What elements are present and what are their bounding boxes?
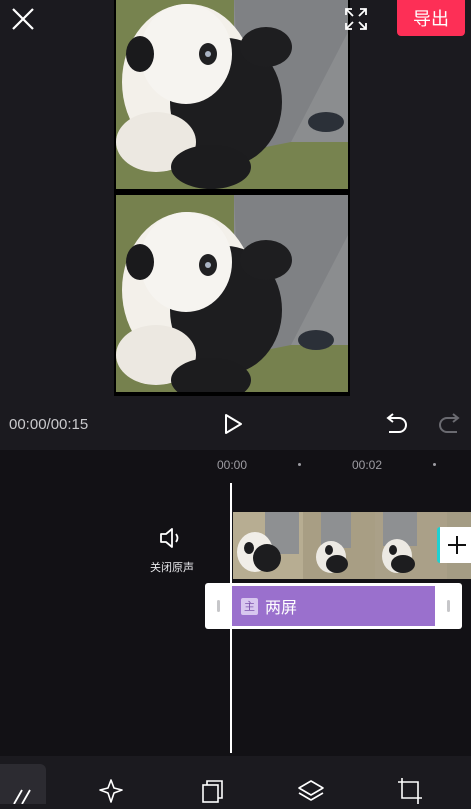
text-clip-name: 两屏 — [265, 600, 298, 617]
play-icon — [225, 414, 242, 434]
close-button[interactable] — [10, 6, 36, 32]
copy-icon — [202, 780, 223, 803]
redo-icon — [439, 413, 460, 433]
trim-handle-right[interactable] — [447, 600, 450, 612]
ruler-dot — [298, 463, 301, 466]
close-icon — [12, 8, 34, 30]
clip-thumbnails — [233, 512, 471, 579]
sparkle-icon — [99, 779, 123, 803]
timeline[interactable]: 00:00 00:02 关闭原声 主 两屏 — [0, 450, 471, 756]
text-clip-track[interactable]: 主 两屏 — [205, 583, 462, 629]
player-controls: 00:00/00:15 — [0, 405, 471, 445]
preview-pane-bottom — [116, 195, 348, 392]
layers-icon — [298, 780, 324, 801]
undo-icon — [386, 413, 407, 433]
ruler-dot — [433, 463, 436, 466]
collapse-button[interactable] — [0, 764, 46, 805]
ruler-label-1: 00:02 — [352, 458, 383, 472]
add-clip-button[interactable] — [437, 527, 471, 563]
panda-image-top — [116, 0, 348, 189]
fullscreen-icon — [345, 8, 367, 30]
double-chevron-left-icon — [13, 789, 31, 805]
crop-icon — [398, 778, 422, 804]
speaker-icon — [160, 528, 179, 548]
fullscreen-button[interactable] — [344, 7, 368, 31]
timecode: 00:00/00:15 — [9, 416, 89, 433]
mute-original-audio-button[interactable]: 关闭原声 — [140, 526, 204, 576]
playhead[interactable] — [230, 483, 232, 753]
layers-tool[interactable] — [297, 776, 325, 804]
ruler-label-0: 00:00 — [217, 458, 248, 472]
preview-pane-top — [116, 0, 348, 189]
video-preview — [114, 0, 350, 396]
panda-image-bottom — [116, 195, 348, 392]
effects-tool[interactable] — [97, 776, 125, 804]
plus-icon — [448, 536, 466, 554]
bottom-toolbar — [0, 756, 471, 805]
video-clip-strip[interactable] — [233, 512, 471, 579]
undo-button[interactable] — [383, 412, 409, 436]
copy-tool[interactable] — [198, 776, 226, 804]
trim-handle-left[interactable] — [217, 600, 220, 612]
text-clip[interactable]: 主 两屏 — [232, 586, 435, 626]
mute-label: 关闭原声 — [150, 562, 194, 574]
export-button[interactable]: 导出 — [397, 0, 465, 36]
redo-button[interactable] — [437, 412, 463, 436]
crop-tool[interactable] — [396, 776, 424, 804]
play-button[interactable] — [221, 412, 245, 436]
text-clip-badge: 主 — [241, 597, 258, 615]
